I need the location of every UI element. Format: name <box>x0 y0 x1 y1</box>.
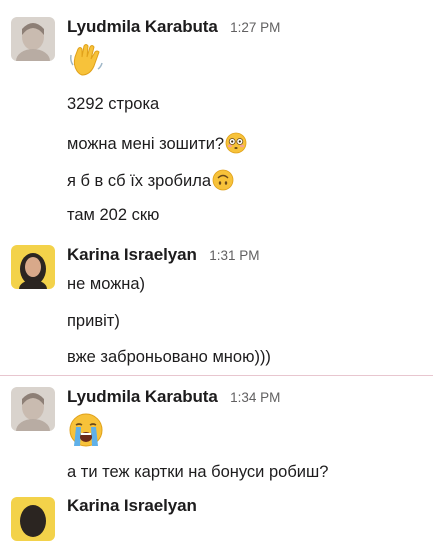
message-timestamp[interactable]: 1:31 PM <box>209 248 259 263</box>
message-text: можна мені зошити? <box>67 135 225 153</box>
message-emoji <box>67 411 105 454</box>
message-text: не можна) <box>67 275 146 293</box>
author-name[interactable]: Karina Israelyan <box>67 245 197 264</box>
message-emoji <box>67 41 105 84</box>
message-line: я б в сб їх зробила <box>67 169 234 191</box>
author-name[interactable]: Lyudmila Karabuta <box>67 387 218 406</box>
message-text: вже заброньовано мною))) <box>67 348 271 366</box>
message-text: 3292 строка <box>67 95 160 113</box>
avatar[interactable] <box>11 387 55 431</box>
author-name[interactable]: Karina Israelyan <box>67 496 197 515</box>
new-messages-divider <box>0 375 433 376</box>
avatar[interactable] <box>11 17 55 61</box>
loudly-crying-face-icon <box>69 413 103 447</box>
flushed-face-icon <box>225 132 247 154</box>
message-text: там 202 скю <box>67 206 160 224</box>
message-text: а ти теж картки на бонуси робиш? <box>67 463 329 481</box>
waving-hand-icon <box>70 44 103 76</box>
author-name[interactable]: Lyudmila Karabuta <box>67 17 218 36</box>
message-text: я б в сб їх зробила <box>67 172 211 190</box>
message-line: можна мені зошити? <box>67 132 247 154</box>
message-timestamp[interactable]: 1:27 PM <box>230 20 280 35</box>
avatar[interactable] <box>11 497 55 541</box>
upside-down-face-icon <box>212 169 234 191</box>
message-timestamp[interactable]: 1:34 PM <box>230 390 280 405</box>
avatar[interactable] <box>11 245 55 289</box>
message-text: привіт) <box>67 312 120 330</box>
